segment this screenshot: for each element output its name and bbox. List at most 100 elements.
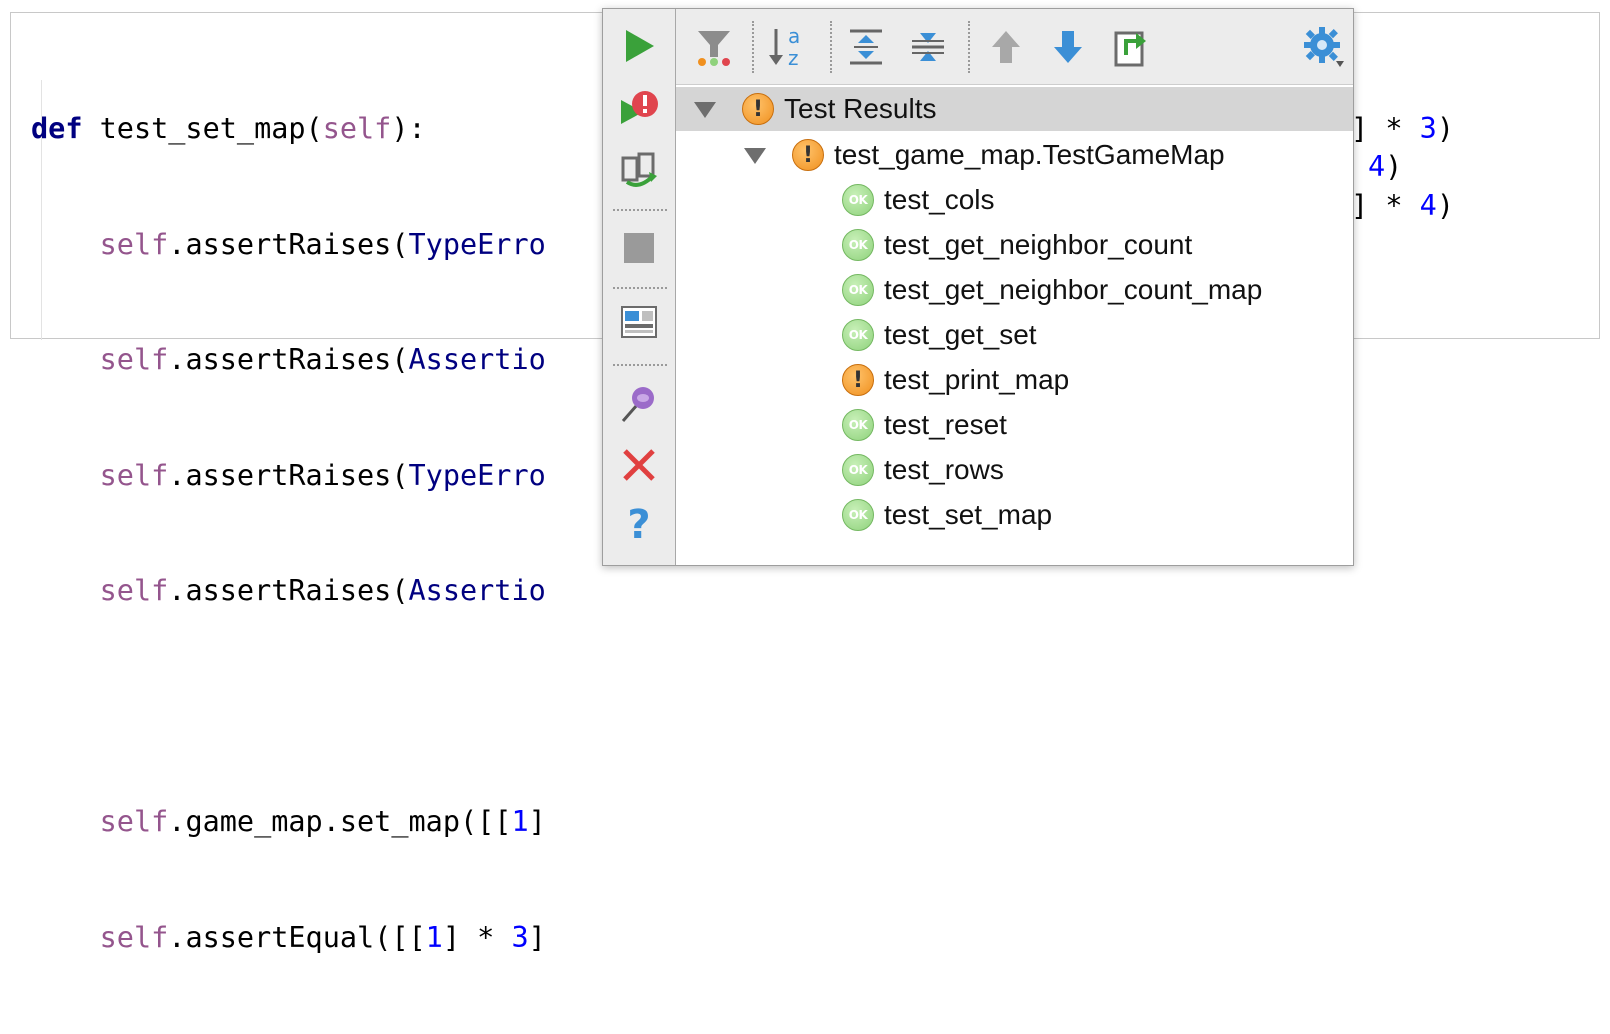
code-fragment-line-5: ] * 4) bbox=[1351, 187, 1454, 226]
code-punct: ] bbox=[528, 920, 546, 954]
test-row[interactable]: OK test_cols bbox=[676, 178, 1353, 222]
method-call: .assertRaises( bbox=[168, 458, 409, 492]
warning-icon: ! bbox=[742, 93, 774, 125]
code-punct: ) bbox=[1385, 150, 1403, 183]
test-row[interactable]: OK test_get_neighbor_count bbox=[676, 223, 1353, 267]
layout-icon[interactable] bbox=[617, 300, 661, 344]
test-row[interactable]: OK test_set_map bbox=[676, 493, 1353, 537]
tree-root-label: Test Results bbox=[784, 93, 937, 124]
method-call: .assertRaises( bbox=[168, 574, 409, 607]
exception-class: Assertio bbox=[408, 343, 546, 376]
test-row[interactable]: OK test_reset bbox=[676, 403, 1353, 447]
previous-icon[interactable] bbox=[984, 25, 1028, 69]
code-punct: ] bbox=[528, 805, 546, 838]
svg-text:z: z bbox=[788, 46, 799, 69]
toolbar-separator bbox=[752, 21, 754, 73]
method-call: .assertEqual([[ bbox=[168, 920, 426, 954]
exception-class: TypeErro bbox=[408, 227, 546, 261]
test-name-label: test_rows bbox=[884, 454, 1004, 485]
function-name: test_set_map( bbox=[82, 112, 323, 145]
number-literal: 1 bbox=[511, 805, 529, 838]
sort-alpha-icon[interactable]: az bbox=[766, 25, 810, 69]
self-ref: self bbox=[99, 227, 169, 261]
test-name-label: test_get_set bbox=[884, 319, 1037, 350]
collapse-all-icon[interactable] bbox=[906, 25, 950, 69]
top-toolbar: az bbox=[676, 9, 1353, 85]
filter-icon[interactable] bbox=[692, 25, 736, 69]
ok-status-icon: OK bbox=[842, 409, 874, 441]
self-ref: self bbox=[99, 458, 169, 492]
code-line-1: def test_set_map(self): bbox=[31, 110, 546, 149]
code-fragment-line-4: 4) bbox=[1368, 148, 1402, 187]
number-literal: 4 bbox=[1419, 189, 1437, 222]
toolbar-separator bbox=[613, 287, 667, 289]
test-row[interactable]: OK test_rows bbox=[676, 448, 1353, 492]
side-toolbar: ? bbox=[603, 9, 676, 565]
code-punct: ) bbox=[1436, 189, 1454, 222]
status-badge-text: ! bbox=[852, 367, 864, 393]
test-name-label: test_get_neighbor_count bbox=[884, 229, 1193, 260]
rerun-failed-icon[interactable] bbox=[617, 86, 661, 130]
keyword-def: def bbox=[31, 112, 83, 145]
toggle-auto-test-icon[interactable] bbox=[617, 146, 661, 190]
test-runner-popup: ? az ! Test Results ! test_game_map.Test… bbox=[602, 8, 1354, 566]
code-line-2: self.assertRaises(TypeErro bbox=[31, 226, 546, 265]
status-badge-text: OK bbox=[848, 418, 868, 432]
self-param: self bbox=[322, 112, 392, 145]
number-literal: 4 bbox=[1368, 150, 1386, 183]
next-icon[interactable] bbox=[1046, 25, 1090, 69]
code-punct: ): bbox=[391, 112, 426, 145]
self-ref: self bbox=[99, 920, 169, 954]
code-operator: ] * bbox=[442, 920, 512, 954]
exception-class: Assertio bbox=[408, 574, 546, 607]
code-text: def test_set_map(self): self.assertRaise… bbox=[31, 33, 546, 1034]
status-badge-text: OK bbox=[848, 328, 868, 342]
status-badge-text: OK bbox=[848, 463, 868, 477]
test-row[interactable]: OK test_get_set bbox=[676, 313, 1353, 357]
ok-status-icon: OK bbox=[842, 319, 874, 351]
code-operator: ] * bbox=[1351, 112, 1420, 145]
number-literal: 1 bbox=[425, 920, 443, 954]
status-badge-text: OK bbox=[848, 283, 868, 297]
ok-status-icon: OK bbox=[842, 274, 874, 306]
expand-arrow-icon[interactable] bbox=[694, 102, 716, 118]
self-ref: self bbox=[99, 805, 169, 838]
status-badge-text: OK bbox=[848, 508, 868, 522]
close-icon[interactable] bbox=[617, 443, 661, 487]
expand-arrow-icon[interactable] bbox=[744, 148, 766, 164]
toolbar-separator bbox=[968, 21, 970, 73]
code-fragment-line-3: ] * 3) bbox=[1351, 110, 1454, 149]
self-ref: self bbox=[99, 343, 169, 376]
method-call: .assertRaises( bbox=[168, 343, 409, 376]
help-icon[interactable]: ? bbox=[617, 502, 661, 548]
warning-icon: ! bbox=[842, 364, 874, 396]
status-badge-text: OK bbox=[848, 238, 868, 252]
tree-suite-row[interactable]: ! test_game_map.TestGameMap bbox=[676, 133, 1353, 177]
ok-status-icon: OK bbox=[842, 454, 874, 486]
test-name-label: test_cols bbox=[884, 184, 995, 215]
expand-all-icon[interactable] bbox=[844, 25, 888, 69]
toolbar-separator bbox=[830, 21, 832, 73]
self-ref: self bbox=[99, 574, 169, 607]
settings-icon[interactable] bbox=[1302, 25, 1346, 69]
code-line-7: self.game_map.set_map([[1] bbox=[31, 803, 546, 842]
stop-icon[interactable] bbox=[617, 226, 661, 270]
test-results-tree: ! Test Results ! test_game_map.TestGameM… bbox=[676, 85, 1353, 565]
test-name-label: test_set_map bbox=[884, 499, 1053, 530]
status-badge-text: OK bbox=[848, 193, 868, 207]
code-line-5: self.assertRaises(Assertio bbox=[31, 572, 546, 611]
tree-root-row[interactable]: ! Test Results bbox=[676, 87, 1353, 131]
export-icon[interactable] bbox=[1110, 25, 1154, 69]
exception-class: TypeErro bbox=[408, 458, 546, 492]
svg-text:a: a bbox=[788, 25, 800, 48]
ok-status-icon: OK bbox=[842, 499, 874, 531]
pin-icon[interactable] bbox=[617, 381, 661, 425]
run-icon[interactable] bbox=[617, 24, 661, 68]
test-row[interactable]: OK test_get_neighbor_count_map bbox=[676, 268, 1353, 312]
code-line-8: self.assertEqual([[1] * 3] bbox=[31, 919, 546, 958]
toolbar-separator bbox=[613, 364, 667, 366]
code-line-4: self.assertRaises(TypeErro bbox=[31, 457, 546, 496]
test-row[interactable]: ! test_print_map bbox=[676, 358, 1353, 402]
number-literal: 3 bbox=[511, 920, 529, 954]
ok-status-icon: OK bbox=[842, 184, 874, 216]
